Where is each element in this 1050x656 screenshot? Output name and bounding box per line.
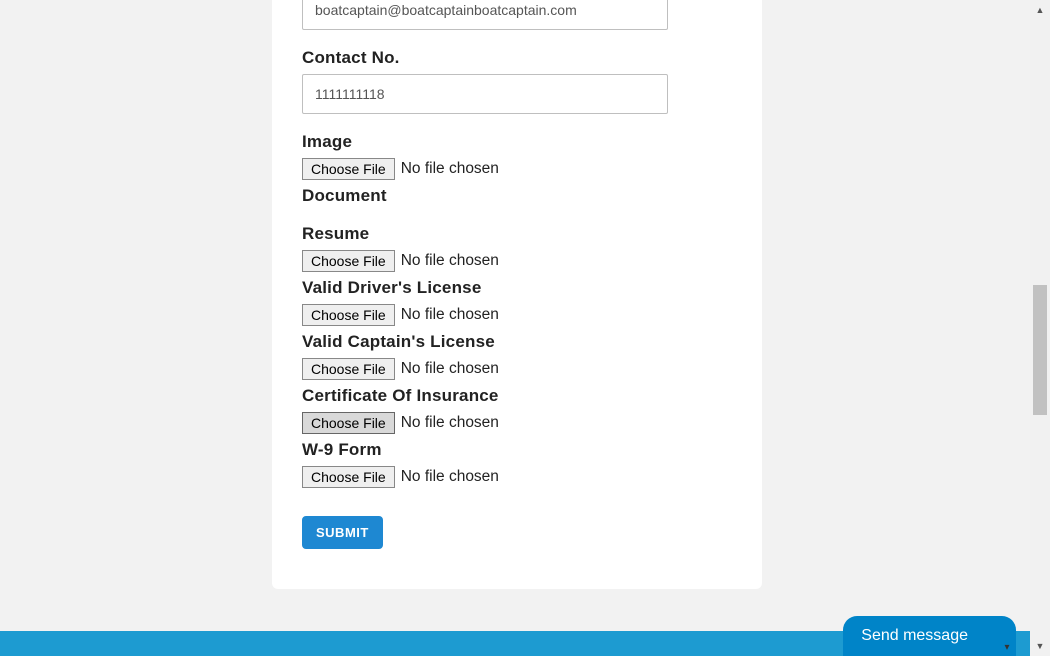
certificate-file-row: Choose File No file chosen — [302, 412, 732, 434]
scroll-down-button[interactable]: ▼ — [1030, 636, 1050, 656]
w9-file-status: No file chosen — [401, 468, 499, 486]
contact-field[interactable] — [302, 74, 668, 114]
captain-license-label: Valid Captain's License — [302, 332, 732, 352]
resume-choose-file-button[interactable]: Choose File — [302, 250, 395, 272]
w9-label: W-9 Form — [302, 440, 732, 460]
certificate-file-status: No file chosen — [401, 414, 499, 432]
scroll-up-button[interactable]: ▲ — [1030, 0, 1050, 20]
w9-choose-file-button[interactable]: Choose File — [302, 466, 395, 488]
captain-license-file-row: Choose File No file chosen — [302, 358, 732, 380]
form-card: Contact No. Image Choose File No file ch… — [272, 0, 762, 589]
page-viewport: Contact No. Image Choose File No file ch… — [0, 0, 1030, 656]
driver-license-file-status: No file chosen — [401, 306, 499, 324]
captain-license-choose-file-button[interactable]: Choose File — [302, 358, 395, 380]
certificate-choose-file-button[interactable]: Choose File — [302, 412, 395, 434]
image-label: Image — [302, 132, 732, 152]
certificate-label: Certificate Of Insurance — [302, 386, 732, 406]
resume-file-status: No file chosen — [401, 252, 499, 270]
captain-license-file-status: No file chosen — [401, 360, 499, 378]
driver-license-file-row: Choose File No file chosen — [302, 304, 732, 326]
chat-chevron-down-icon: ▾ — [1000, 640, 1014, 654]
submit-button[interactable]: SUBMIT — [302, 516, 383, 549]
contact-label: Contact No. — [302, 48, 732, 68]
image-choose-file-button[interactable]: Choose File — [302, 158, 395, 180]
driver-license-label: Valid Driver's License — [302, 278, 732, 298]
w9-file-row: Choose File No file chosen — [302, 466, 732, 488]
resume-file-row: Choose File No file chosen — [302, 250, 732, 272]
resume-label: Resume — [302, 224, 732, 244]
image-file-status: No file chosen — [401, 160, 499, 178]
document-label: Document — [302, 186, 732, 206]
driver-license-choose-file-button[interactable]: Choose File — [302, 304, 395, 326]
chat-label: Send message — [861, 627, 968, 645]
vertical-scrollbar[interactable]: ▲ ▼ — [1030, 0, 1050, 656]
image-file-row: Choose File No file chosen — [302, 158, 732, 180]
scroll-thumb[interactable] — [1033, 285, 1047, 415]
email-field[interactable] — [302, 0, 668, 30]
chat-widget[interactable]: Send message ▾ — [843, 616, 1016, 656]
